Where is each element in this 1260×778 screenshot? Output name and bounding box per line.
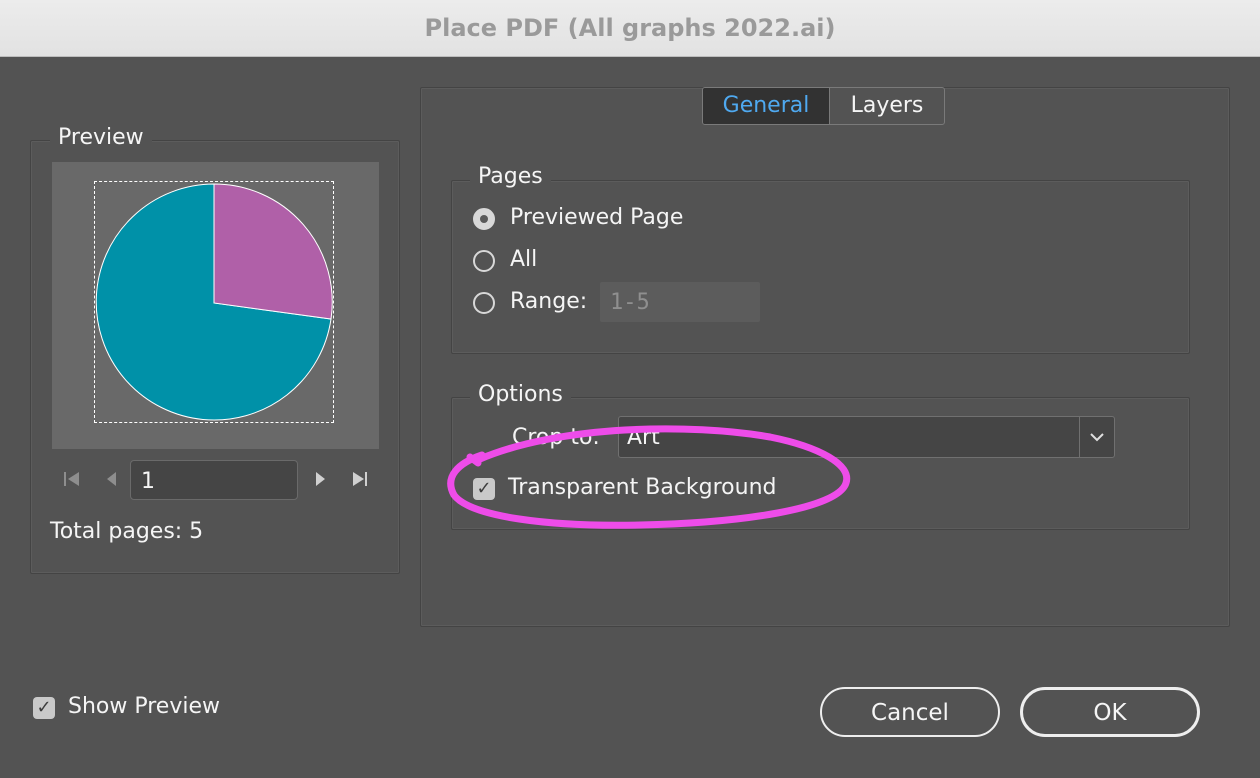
range-label: Range:: [510, 289, 588, 314]
ok-button[interactable]: OK: [1020, 687, 1200, 737]
page-number-input[interactable]: 1: [130, 460, 298, 500]
pie-slice-purple: [213, 183, 333, 320]
pages-legend: Pages: [470, 164, 551, 189]
tab-general[interactable]: General: [703, 88, 829, 124]
previewed-page-label: Previewed Page: [510, 205, 684, 230]
annotation-circle: [447, 425, 851, 529]
tab-layers[interactable]: Layers: [829, 88, 944, 124]
window-title: Place PDF (All graphs 2022.ai): [0, 0, 1260, 57]
radio-previewed-page[interactable]: [473, 208, 495, 230]
dropdown-divider: [1079, 417, 1080, 457]
preview-thumbnail: [52, 162, 379, 449]
first-page-icon[interactable]: [62, 469, 82, 494]
range-placeholder: 1-5: [610, 290, 650, 315]
pie-chart: [95, 183, 333, 421]
radio-range[interactable]: [473, 292, 495, 314]
place-pdf-dialog: Preview 1 Total pages: 5 General Layers …: [0, 57, 1260, 778]
all-label: All: [510, 247, 538, 272]
preview-legend: Preview: [50, 125, 152, 150]
options-legend: Options: [470, 382, 571, 407]
last-page-icon[interactable]: [350, 469, 370, 494]
range-input[interactable]: 1-5: [600, 282, 760, 322]
total-pages-label: Total pages: 5: [50, 519, 204, 544]
radio-all[interactable]: [473, 250, 495, 272]
previous-page-icon[interactable]: [104, 469, 118, 494]
cancel-button[interactable]: Cancel: [820, 687, 1000, 737]
show-preview-label: Show Preview: [68, 694, 220, 719]
show-preview-checkbox[interactable]: ✓: [33, 697, 55, 719]
next-page-icon[interactable]: [314, 469, 328, 494]
chevron-down-icon[interactable]: [1088, 429, 1106, 448]
tab-bar: General Layers: [702, 87, 945, 125]
page-number-value: 1: [141, 469, 155, 494]
